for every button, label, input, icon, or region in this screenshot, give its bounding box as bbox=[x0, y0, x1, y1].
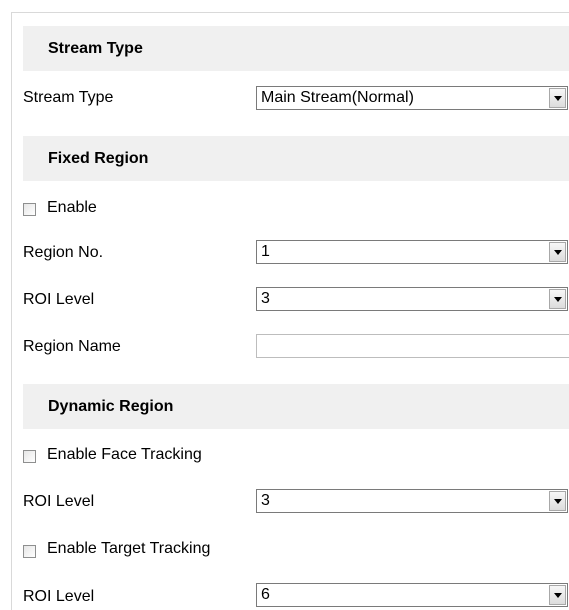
stream-type-label: Stream Type bbox=[23, 89, 114, 106]
target-roi-level-selected-value: 6 bbox=[261, 586, 270, 603]
stream-type-section-header: Stream Type bbox=[23, 26, 569, 71]
enable-target-tracking-label: Enable Target Tracking bbox=[47, 540, 211, 557]
target-roi-level-select[interactable]: 6 bbox=[256, 583, 568, 607]
face-roi-level-label: ROI Level bbox=[23, 493, 95, 510]
region-name-label: Region Name bbox=[23, 338, 121, 355]
face-roi-level-selected-value: 3 bbox=[261, 492, 270, 509]
fixed-roi-level-label: ROI Level bbox=[23, 291, 95, 308]
enable-face-tracking-checkbox[interactable] bbox=[23, 450, 36, 463]
stream-type-section-title: Stream Type bbox=[48, 40, 143, 57]
face-roi-level-select[interactable]: 3 bbox=[256, 489, 568, 513]
chevron-down-icon[interactable] bbox=[549, 88, 566, 108]
enable-face-tracking-label: Enable Face Tracking bbox=[47, 446, 202, 463]
chevron-down-icon[interactable] bbox=[549, 289, 566, 309]
stream-type-selected-value: Main Stream(Normal) bbox=[261, 89, 414, 106]
chevron-down-icon[interactable] bbox=[549, 585, 566, 605]
enable-fixed-region-checkbox[interactable] bbox=[23, 203, 36, 216]
dynamic-region-section-title: Dynamic Region bbox=[48, 398, 174, 415]
enable-fixed-region-label: Enable bbox=[47, 199, 97, 216]
dynamic-region-section-header: Dynamic Region bbox=[23, 384, 569, 429]
enable-target-tracking-checkbox[interactable] bbox=[23, 545, 36, 558]
fixed-region-section-title: Fixed Region bbox=[48, 150, 149, 167]
region-no-selected-value: 1 bbox=[261, 243, 270, 260]
fixed-region-section-header: Fixed Region bbox=[23, 136, 569, 181]
chevron-down-icon[interactable] bbox=[549, 242, 566, 262]
fixed-roi-level-select[interactable]: 3 bbox=[256, 287, 568, 311]
region-name-input[interactable] bbox=[256, 334, 569, 358]
region-no-select[interactable]: 1 bbox=[256, 240, 568, 264]
region-no-label: Region No. bbox=[23, 244, 104, 261]
target-roi-level-label: ROI Level bbox=[23, 588, 95, 605]
fixed-roi-level-selected-value: 3 bbox=[261, 290, 270, 307]
stream-type-select[interactable]: Main Stream(Normal) bbox=[256, 86, 568, 110]
chevron-down-icon[interactable] bbox=[549, 491, 566, 511]
